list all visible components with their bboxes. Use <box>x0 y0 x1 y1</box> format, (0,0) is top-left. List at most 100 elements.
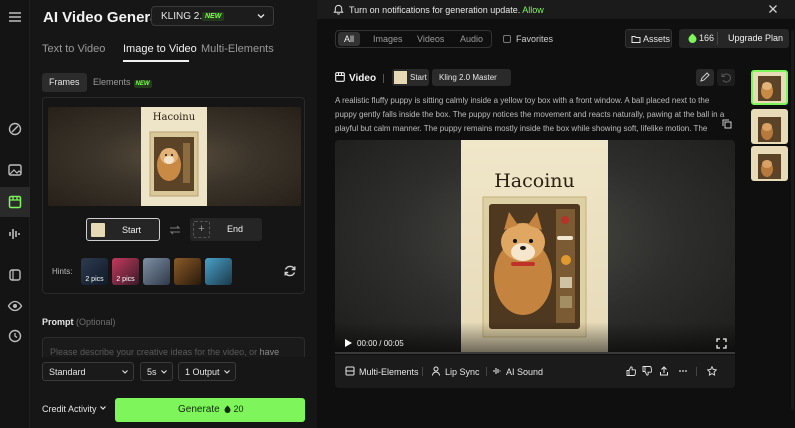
play-icon[interactable] <box>344 338 353 348</box>
prompt-placeholder-text: Please describe your creative ideas for … <box>50 347 260 357</box>
swap-icon[interactable] <box>169 224 181 236</box>
credit-icon <box>224 405 231 413</box>
card-actions: Multi-Elements Lip Sync AI Sound <box>335 355 735 388</box>
history-thumb-1[interactable] <box>751 70 788 105</box>
quality-select[interactable]: Standard <box>42 362 134 381</box>
card-type: Video <box>335 72 376 84</box>
filter-all[interactable]: All <box>338 32 361 46</box>
edit-button[interactable] <box>696 69 714 86</box>
multi-elements-label: Multi-Elements <box>359 367 419 377</box>
end-frame-label: End <box>227 224 244 234</box>
filter-videos[interactable]: Videos <box>411 32 450 46</box>
tab-multi-elements[interactable]: Multi-Elements <box>201 43 274 55</box>
credits-upgrade-group: 166 Upgrade Plan <box>679 29 789 48</box>
plus-icon: + <box>193 221 210 238</box>
divider <box>486 367 487 376</box>
prompt-placeholder-link[interactable]: have <box>260 347 280 357</box>
cube-icon[interactable] <box>7 267 23 283</box>
copy-icon[interactable] <box>722 119 732 129</box>
model-chip-label: Kling 2.0 Master <box>439 73 497 82</box>
subtab-frames[interactable]: Frames <box>42 73 87 92</box>
brush-icon[interactable] <box>7 121 23 137</box>
model-selector[interactable]: KLING 2.1 NEW <box>151 6 274 26</box>
video-player[interactable]: Hacoinu 00:00 / 00:05 <box>335 140 735 354</box>
video-icon[interactable] <box>7 194 23 210</box>
upgrade-plan-button[interactable]: Upgrade Plan <box>728 33 783 43</box>
tab-image-to-video[interactable]: Image to Video <box>123 43 197 55</box>
preview-brand-text: Hacoinu <box>152 112 196 123</box>
history-thumb-3[interactable] <box>751 146 788 181</box>
share-icon[interactable] <box>659 366 669 376</box>
video-icon <box>335 72 345 82</box>
hint-thumb-4[interactable] <box>174 258 201 285</box>
fullscreen-icon[interactable] <box>716 338 727 349</box>
nav-rail <box>0 0 30 428</box>
thumb-illustration <box>758 76 781 101</box>
close-icon[interactable] <box>768 4 778 14</box>
model-new-badge: NEW <box>202 12 225 21</box>
video-progress[interactable] <box>335 352 735 354</box>
prompt-input[interactable]: Please describe your creative ideas for … <box>42 337 305 357</box>
video-brand-text: Hacoinu <box>494 170 575 192</box>
menu-icon[interactable] <box>7 9 23 25</box>
audio-wave-icon[interactable] <box>7 226 23 242</box>
chevron-down-icon <box>122 370 128 374</box>
thumbs-up-icon[interactable] <box>626 366 636 376</box>
outputs-value: 1 Output <box>185 367 220 377</box>
tab-text-to-video[interactable]: Text to Video <box>42 43 105 55</box>
start-frame-chip[interactable]: Start <box>392 69 429 86</box>
more-icon[interactable] <box>678 366 688 376</box>
assets-button[interactable]: Assets <box>625 29 672 48</box>
divider <box>696 367 697 376</box>
hint-thumb-5[interactable] <box>205 258 232 285</box>
generate-label: Generate <box>178 404 220 415</box>
ai-sound-action[interactable]: AI Sound <box>492 366 543 377</box>
credit-activity-button[interactable]: Credit Activity <box>42 404 107 414</box>
multi-elements-icon <box>345 366 355 376</box>
filter-images[interactable]: Images <box>367 32 409 46</box>
end-frame-button[interactable]: + End <box>190 218 262 241</box>
active-tab-underline <box>123 60 189 62</box>
sound-wave-icon <box>493 368 501 374</box>
filter-audio[interactable]: Audio <box>454 32 489 46</box>
history-icon[interactable] <box>7 328 23 344</box>
outputs-select[interactable]: 1 Output <box>178 362 236 381</box>
start-chip-label: Start <box>410 73 427 82</box>
subtab-elements[interactable]: Elements NEW <box>86 73 159 92</box>
hint-thumb-3[interactable] <box>143 258 170 285</box>
start-chip-thumb <box>394 71 407 84</box>
start-frame-button[interactable]: Start <box>86 218 160 241</box>
history-thumb-2[interactable] <box>751 109 788 144</box>
assets-label: Assets <box>643 34 671 44</box>
start-frame-mini-thumb <box>91 223 105 237</box>
favorites-checkbox[interactable]: Favorites <box>503 34 553 44</box>
credit-icon <box>688 33 697 43</box>
chevron-down-icon <box>161 370 167 374</box>
image-icon[interactable] <box>7 162 23 178</box>
hint-thumb-1[interactable]: 2 pics <box>81 258 108 285</box>
elements-new-badge: NEW <box>133 80 152 88</box>
scrollbar[interactable] <box>791 30 794 410</box>
eye-icon[interactable] <box>7 298 23 314</box>
generate-button[interactable]: Generate 20 <box>115 398 305 422</box>
frame-preview[interactable]: Hacoinu <box>48 107 301 206</box>
undo-button[interactable] <box>717 69 735 86</box>
divider <box>717 32 718 45</box>
generation-card: Video Start Kling 2.0 Master A realistic… <box>335 63 735 388</box>
duration-select[interactable]: 5s <box>140 362 173 381</box>
prompt-optional-text: (Optional) <box>76 317 116 327</box>
hint-thumb-2[interactable]: 2 pics <box>112 258 139 285</box>
multi-elements-action[interactable]: Multi-Elements <box>345 366 419 377</box>
refresh-icon[interactable] <box>283 264 297 278</box>
star-icon[interactable] <box>707 366 717 376</box>
thumbs-down-icon[interactable] <box>642 366 652 376</box>
controls-gradient <box>335 322 735 354</box>
chevron-down-icon <box>224 370 230 374</box>
allow-notifications-link[interactable]: Allow <box>522 5 544 15</box>
divider <box>422 367 423 376</box>
lip-sync-action[interactable]: Lip Sync <box>431 366 480 377</box>
lip-sync-label: Lip Sync <box>445 367 480 377</box>
chevron-down-icon <box>100 406 106 410</box>
undo-icon <box>721 73 731 83</box>
subtab-elements-label: Elements <box>93 77 131 87</box>
